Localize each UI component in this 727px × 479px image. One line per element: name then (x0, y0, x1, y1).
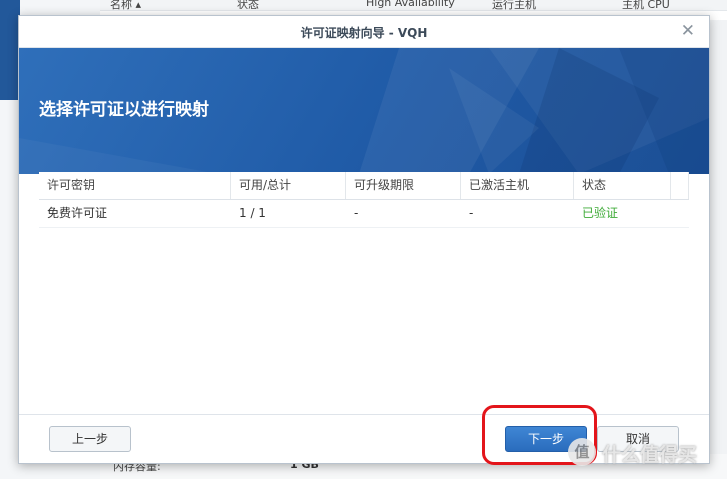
table-header: 许可密钥 可用/总计 可升级期限 已激活主机 状态 (39, 172, 689, 200)
wizard-banner: 选择许可证以进行映射 (19, 48, 709, 174)
status-cell: 已验证 (582, 206, 619, 220)
background-table-header: 名称 ▴ 状态 High Availability 运行主机 主机 CPU (100, 0, 727, 11)
background-column-host[interactable]: 运行主机 (492, 0, 536, 12)
background-right-panel (708, 20, 727, 460)
column-license-key[interactable]: 许可密钥 (39, 172, 231, 199)
activated-host-cell: - (469, 206, 474, 220)
background-sidebar-accent (0, 0, 20, 100)
dialog-title: 许可证映射向导 - VQH (300, 26, 428, 40)
banner-heading: 选择许可证以进行映射 (39, 100, 209, 120)
dialog-titlebar: 许可证映射向导 - VQH ✕ (19, 16, 709, 48)
background-column-ha[interactable]: High Availability (366, 0, 455, 9)
column-spacer (671, 172, 689, 199)
license-key-cell: 免费许可证 (47, 206, 108, 220)
close-icon[interactable]: ✕ (681, 21, 695, 41)
column-status[interactable]: 状态 (574, 172, 671, 199)
table-row[interactable]: 免费许可证 1 / 1 - - 已验证 (39, 200, 689, 228)
background-column-cpu[interactable]: 主机 CPU (622, 0, 670, 12)
previous-button[interactable]: 上一步 (49, 426, 131, 452)
column-activated-host[interactable]: 已激活主机 (461, 172, 574, 199)
license-table: 许可密钥 可用/总计 可升级期限 已激活主机 状态 免费许可证 1 / 1 - … (39, 172, 689, 228)
watermark-text: 什么值得买 (602, 444, 698, 466)
license-mapping-dialog: 许可证映射向导 - VQH ✕ 选择许可证以进行映射 许可密钥 可用/总计 可升… (18, 15, 710, 464)
column-available-total[interactable]: 可用/总计 (231, 172, 346, 199)
background-column-status[interactable]: 状态 (237, 0, 259, 12)
available-total-cell: 1 / 1 (239, 206, 266, 220)
upgrade-period-cell: - (354, 206, 359, 220)
background-column-name[interactable]: 名称 ▴ (110, 0, 141, 12)
watermark-badge: 值 (568, 438, 596, 466)
column-upgrade-period[interactable]: 可升级期限 (346, 172, 461, 199)
watermark: 值 什么值得买 (568, 436, 727, 470)
